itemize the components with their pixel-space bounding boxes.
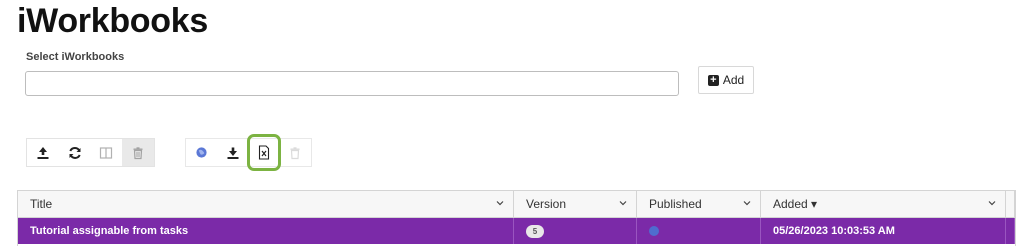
globe-icon: [196, 147, 207, 158]
column-header-title-label: Title: [30, 197, 53, 211]
toolbar-left: [26, 138, 155, 167]
column-header-added[interactable]: Added ▾: [761, 191, 1006, 217]
table-row[interactable]: Tutorial assignable from tasks 5 05/26/2…: [18, 218, 1015, 244]
excel-export-icon: [259, 145, 270, 160]
add-button-label: Add: [722, 73, 745, 87]
cell-version: 5: [514, 218, 637, 244]
publish-button[interactable]: [186, 139, 217, 166]
columns-button[interactable]: [91, 139, 123, 166]
excel-export-button[interactable]: [247, 134, 281, 171]
version-badge: 5: [526, 224, 544, 238]
refresh-button[interactable]: [59, 139, 91, 166]
cell-added: 05/26/2023 10:03:53 AM: [761, 218, 1006, 244]
cell-title[interactable]: Tutorial assignable from tasks: [18, 218, 514, 244]
download-icon: [227, 147, 239, 159]
add-button[interactable]: + Add: [698, 66, 754, 94]
column-header-version-label: Version: [526, 197, 567, 211]
column-header-published[interactable]: Published: [637, 191, 761, 217]
column-header-spacer: [1006, 191, 1015, 217]
column-header-added-label: Added ▾: [773, 197, 818, 211]
select-iworkbooks-label: Select iWorkbooks: [26, 51, 125, 63]
iworkbooks-grid: Title Version Published Added ▾ Tutorial…: [17, 190, 1016, 246]
chevron-down-icon[interactable]: [742, 198, 752, 208]
page-title: iWorkbooks: [17, 2, 208, 40]
column-header-published-label: Published: [649, 197, 702, 211]
upload-icon: [37, 146, 49, 159]
toolbar-right: [185, 134, 312, 171]
columns-icon: [100, 146, 113, 159]
globe-icon: [649, 226, 659, 236]
download-button[interactable]: [217, 139, 248, 166]
chevron-down-icon[interactable]: [618, 198, 628, 208]
upload-button[interactable]: [27, 139, 59, 166]
trash-icon: [133, 146, 143, 159]
cell-spacer: [1006, 218, 1015, 244]
column-header-title[interactable]: Title: [18, 191, 514, 217]
chevron-down-icon[interactable]: [987, 198, 997, 208]
select-iworkbooks-input[interactable]: [25, 71, 679, 96]
delete-button[interactable]: [122, 139, 154, 166]
cell-published: [637, 218, 761, 244]
column-header-version[interactable]: Version: [514, 191, 637, 217]
trash-icon: [290, 146, 300, 159]
grid-header: Title Version Published Added ▾: [18, 191, 1015, 218]
delete-selected-button[interactable]: [280, 139, 311, 166]
plus-icon: +: [707, 74, 719, 86]
refresh-icon: [69, 146, 81, 159]
chevron-down-icon[interactable]: [495, 198, 505, 208]
